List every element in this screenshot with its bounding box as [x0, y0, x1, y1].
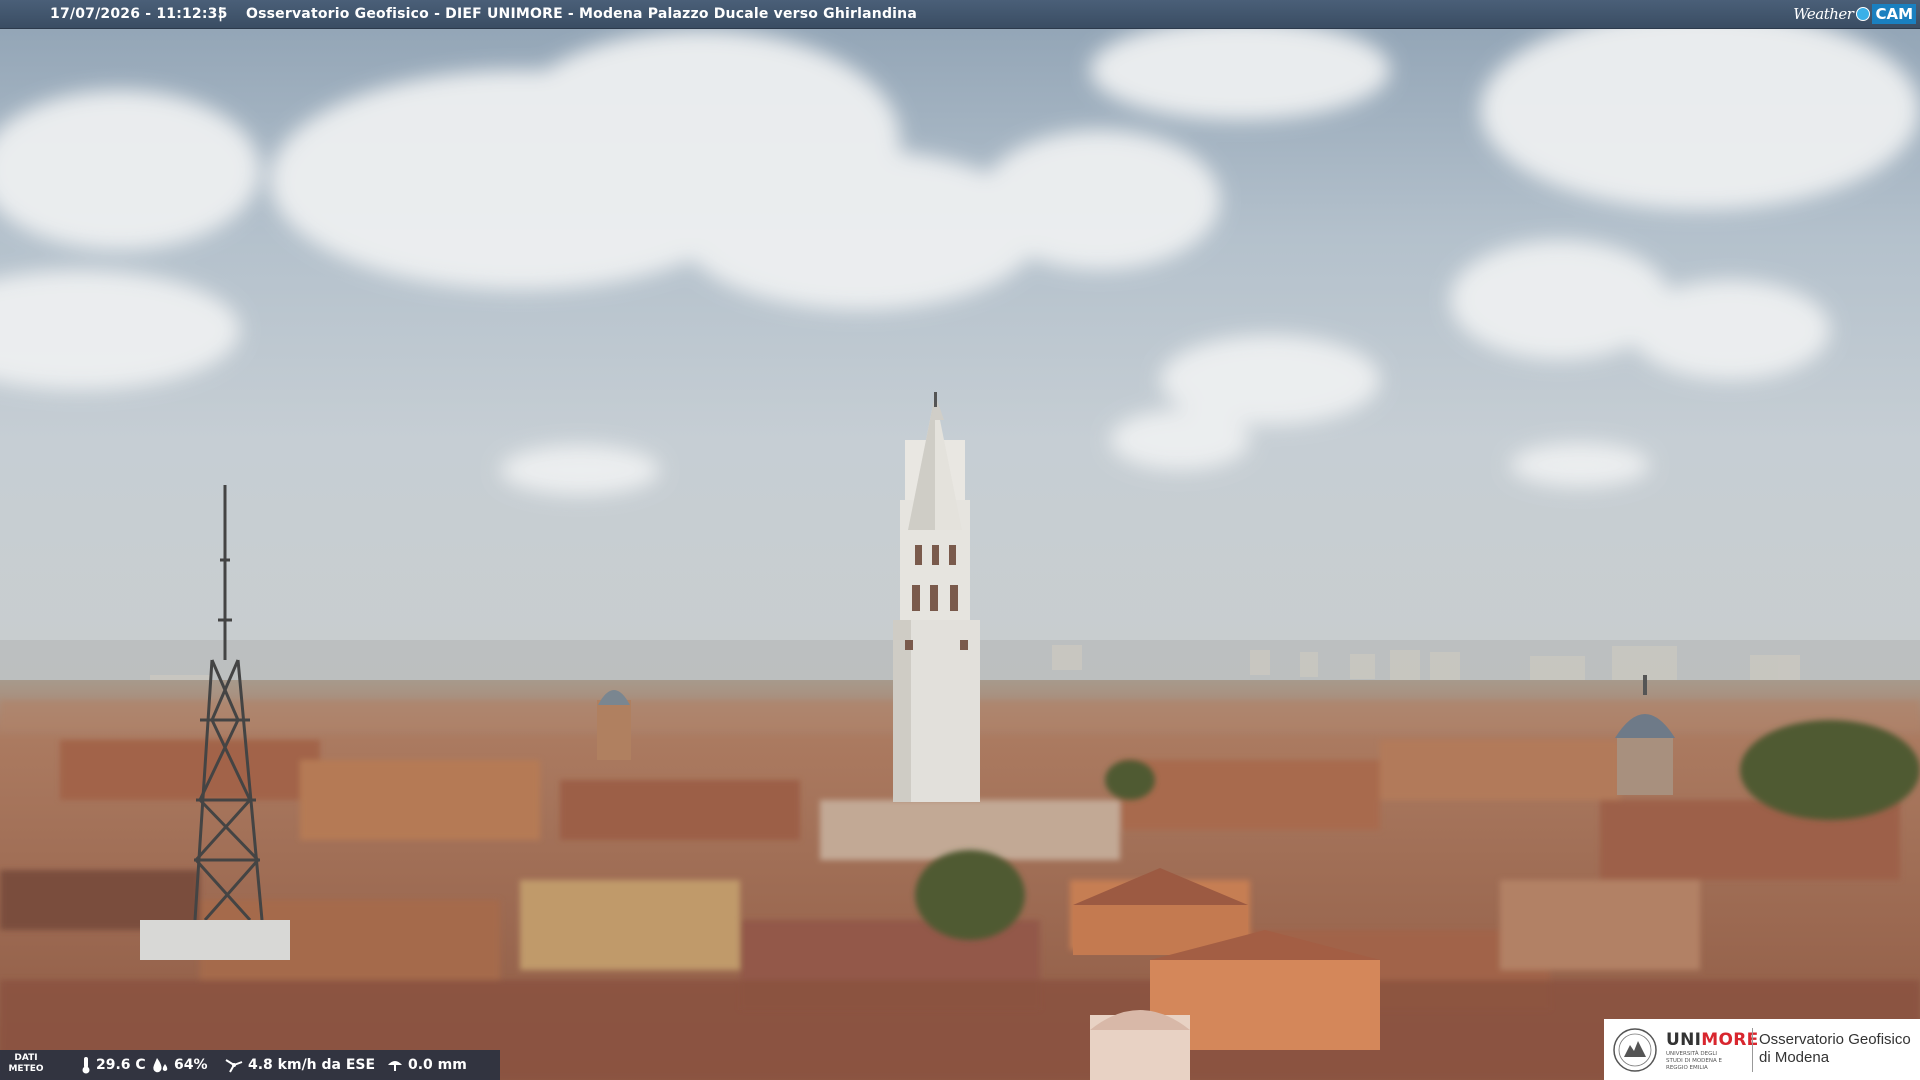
humidity-value: 64% — [174, 1057, 208, 1073]
temperature-value: 29.6 C — [96, 1057, 146, 1073]
observatory-name-line2: di Modena — [1759, 1049, 1830, 1066]
wind-value: 4.8 km/h da ESE — [248, 1057, 376, 1073]
weather-data-bar: DATI METEO 29.6 C 64% 4.8 km/h da ESE 0.… — [0, 1050, 500, 1080]
weathercam-logo-word: Weather — [1793, 5, 1854, 23]
overlay-title-bar: 17/07/2026 - 11:12:35 | Osservatorio Geo… — [0, 0, 1920, 29]
camera-title: Osservatorio Geofisico - DIEF UNIMORE - … — [246, 6, 917, 22]
title-separator: | — [218, 6, 224, 22]
thermometer-icon — [82, 1057, 90, 1074]
unimore-wordmark-more: MORE — [1701, 1030, 1759, 1050]
unimore-wordmark: UNIMORE — [1666, 1030, 1759, 1050]
wind-icon — [225, 1059, 243, 1073]
weather-label-line2: METEO — [8, 1064, 44, 1074]
weather-label-line1: DATI — [14, 1053, 38, 1063]
timestamp: 17/07/2026 - 11:12:35 — [50, 6, 228, 22]
rain-gauge-icon — [388, 1061, 402, 1071]
humidity-reading: 64% — [150, 1056, 208, 1074]
observatory-name-line1: Osservatorio Geofisico — [1759, 1031, 1911, 1048]
unimore-wordmark-uni: UNI — [1666, 1030, 1702, 1050]
temperature-reading: 29.6 C — [80, 1056, 146, 1074]
church-facade — [1090, 1010, 1190, 1080]
university-seal-icon — [1613, 1028, 1657, 1072]
antenna-cabinet — [140, 920, 290, 960]
logo-divider — [1752, 1028, 1753, 1072]
rain-reading: 0.0 mm — [386, 1056, 467, 1074]
weathercam-logo: Weather CAM — [1793, 0, 1920, 28]
wind-reading: 4.8 km/h da ESE — [224, 1056, 375, 1074]
rain-value: 0.0 mm — [408, 1057, 467, 1073]
weathercam-logo-dot-icon — [1856, 7, 1871, 21]
weathercam-logo-cam: CAM — [1872, 4, 1916, 24]
humidity-drop-icon — [153, 1058, 168, 1073]
observatory-name: Osservatorio Geofisico di Modena — [1759, 1031, 1911, 1067]
unimore-observatory-logo: UNIMORE UNIVERSITÀ DEGLI STUDI DI MODENA… — [1604, 1019, 1920, 1080]
webcam-image — [0, 0, 1920, 1080]
weather-label: DATI METEO — [8, 1053, 44, 1075]
unimore-subtitle: UNIVERSITÀ DEGLI STUDI DI MODENA E REGGI… — [1666, 1051, 1722, 1071]
small-tower — [597, 690, 631, 760]
